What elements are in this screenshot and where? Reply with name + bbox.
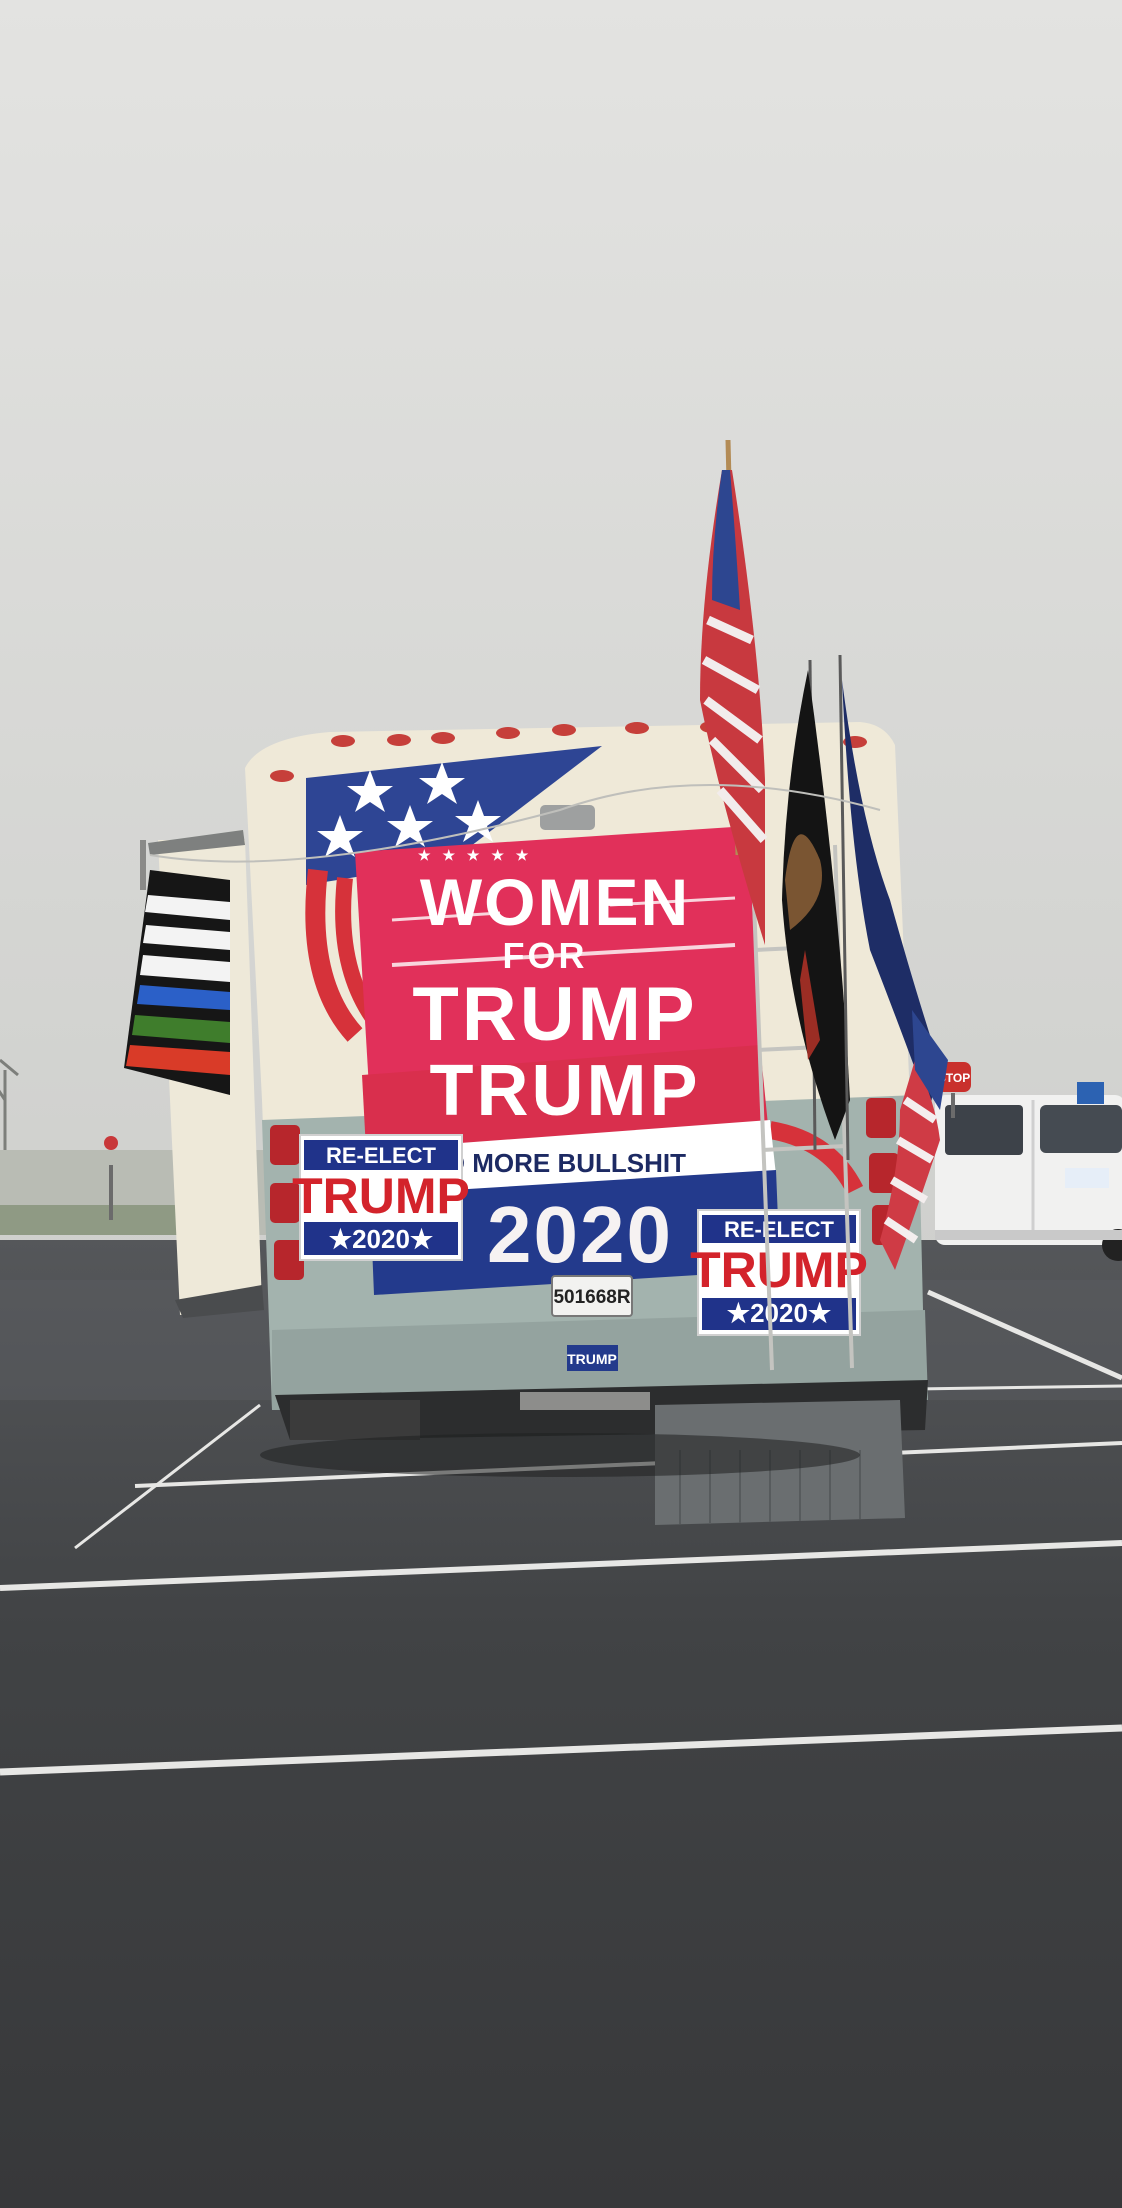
blue-road-sign bbox=[1077, 1082, 1104, 1104]
re-elect-sign-left: RE-ELECT TRUMP ★2020★ bbox=[292, 1134, 470, 1261]
sign-left-top: RE-ELECT bbox=[326, 1143, 437, 1168]
license-plate-text: 501668R bbox=[553, 1287, 630, 1308]
license-plate: 501668R bbox=[551, 1275, 633, 1317]
sign-right-top: RE-ELECT bbox=[724, 1217, 835, 1242]
sign-right-bottom: ★2020★ bbox=[727, 1298, 832, 1328]
sign-right-middle: TRUMP bbox=[690, 1242, 868, 1298]
white-van bbox=[935, 1095, 1122, 1261]
re-elect-sign-right: RE-ELECT TRUMP ★2020★ bbox=[690, 1209, 868, 1336]
banner-line-trump-1: TRUMP bbox=[412, 972, 697, 1057]
bumper-sticker: TRUMP bbox=[567, 1345, 618, 1371]
banner-line-for: FOR bbox=[503, 935, 588, 976]
photo-scene: STOP ★ ★ ★ ★ ★ WOMEN FOR TRUMP TRUMP NO … bbox=[0, 0, 1122, 2208]
sign-left-bottom: ★2020★ bbox=[329, 1224, 434, 1254]
banner-line-2020: 2020 bbox=[487, 1190, 673, 1279]
banner-line-women: WOMEN bbox=[420, 865, 690, 939]
sign-left-middle: TRUMP bbox=[292, 1168, 470, 1224]
rear-camera bbox=[540, 805, 595, 830]
bumper-sticker-text: TRUMP bbox=[567, 1351, 617, 1367]
banner-stars: ★ ★ ★ ★ ★ bbox=[418, 847, 532, 863]
banner-line-trump-2: TRUMP bbox=[430, 1051, 701, 1131]
distant-grass bbox=[0, 1205, 200, 1235]
